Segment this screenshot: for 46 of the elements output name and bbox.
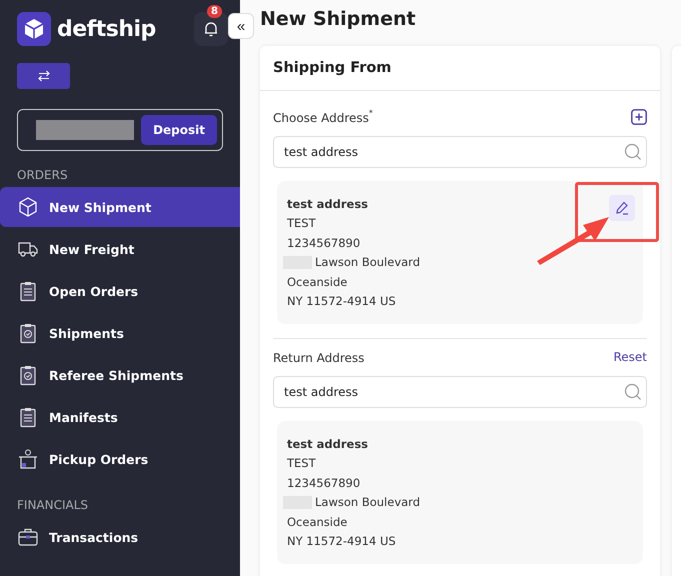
collapse-button[interactable]: « xyxy=(228,13,254,39)
address-line: Lawson Boulevard xyxy=(315,495,420,510)
address-search-field[interactable]: test address xyxy=(273,376,647,408)
briefcase-icon xyxy=(17,526,39,548)
address-line: test address xyxy=(287,436,368,451)
pencil-icon xyxy=(614,200,630,216)
address-line: 1234567890 xyxy=(287,476,360,490)
address-line: Oceanside xyxy=(287,274,348,289)
nav-item[interactable]: Open Orders xyxy=(0,271,240,311)
cube-logo-icon xyxy=(17,12,51,46)
address-search-field[interactable]: test address xyxy=(273,136,647,168)
add-address-button[interactable] xyxy=(631,108,647,124)
field-label: Return Address xyxy=(273,351,364,365)
nav-item[interactable]: New Shipment xyxy=(0,187,240,227)
nav-item[interactable]: Shipments xyxy=(0,313,240,353)
card-title: Shipping From xyxy=(260,46,660,91)
address-line: NY 11572-4914 US xyxy=(287,294,396,308)
notification-badge: 8 xyxy=(207,5,222,18)
address-line: NY 11572-4914 US xyxy=(287,534,396,548)
address-line: TEST xyxy=(287,456,316,470)
address-line: 1234567890 xyxy=(287,236,360,250)
edit-button[interactable] xyxy=(609,195,635,221)
required-mark: * xyxy=(368,108,373,118)
page-title: New Shipment xyxy=(260,8,417,30)
address-line: TEST xyxy=(287,216,316,230)
package-icon xyxy=(17,448,39,470)
plus-icon xyxy=(631,108,647,124)
section-heading: FINANCIALS xyxy=(16,497,90,514)
reset-link[interactable]: Reset xyxy=(613,350,647,364)
nav-item[interactable]: Pickup Orders xyxy=(0,439,240,479)
switch-button[interactable] xyxy=(17,63,70,89)
section-heading: ORDERS xyxy=(16,167,69,184)
nav-item[interactable]: Transactions xyxy=(0,517,240,557)
address-line: test address xyxy=(287,196,368,211)
swap-icon xyxy=(36,70,50,82)
box-icon xyxy=(17,196,39,218)
search-icon xyxy=(624,383,642,401)
address-line: Lawson Boulevard xyxy=(315,255,420,270)
nav-item[interactable]: Manifests xyxy=(0,397,240,437)
field-label: Choose Address xyxy=(273,111,369,125)
address-line: Oceanside xyxy=(287,514,348,529)
deposit-button[interactable]: Deposit xyxy=(141,115,217,145)
search-icon xyxy=(624,143,642,161)
nav-item[interactable]: New Freight xyxy=(0,229,240,269)
brand-name: deftship xyxy=(57,16,156,42)
nav-item[interactable]: Referee Shipments xyxy=(0,355,240,395)
